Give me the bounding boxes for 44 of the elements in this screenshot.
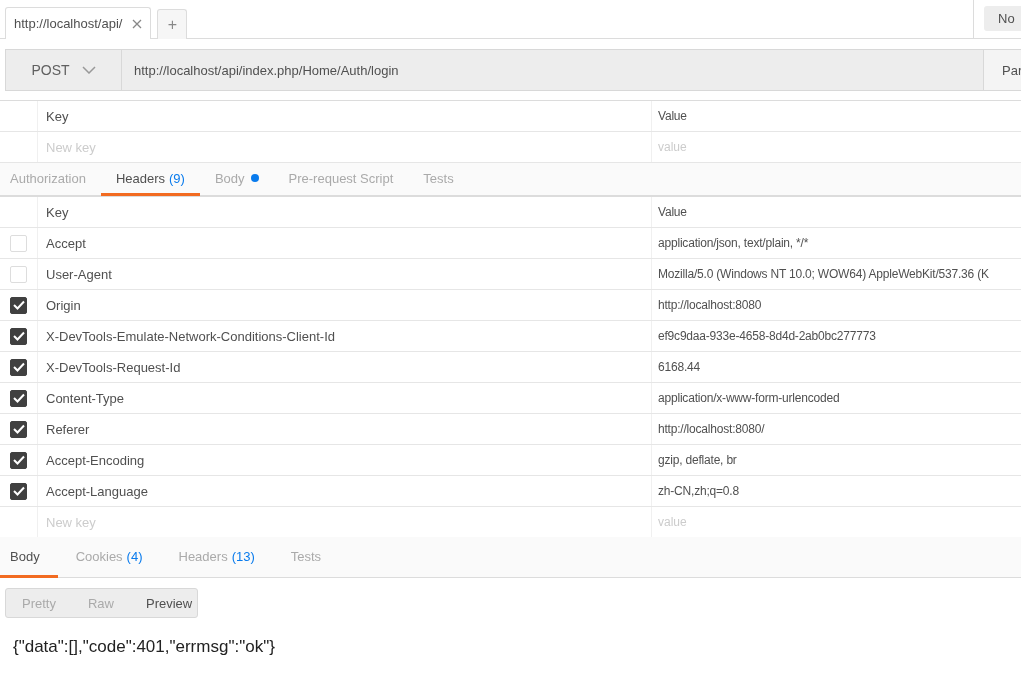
header-value: http://localhost:8080: [658, 298, 762, 312]
header-value: application/x-www-form-urlencoded: [658, 391, 840, 405]
request-tab[interactable]: http://localhost/api/: [5, 7, 152, 39]
checkbox[interactable]: [10, 482, 27, 500]
checkbox[interactable]: [10, 296, 27, 314]
checkbox[interactable]: [10, 451, 27, 469]
section-tab[interactable]: Pre-request Script: [273, 163, 409, 196]
section-tab[interactable]: Body: [199, 163, 274, 196]
header-key: Origin: [46, 297, 81, 313]
section-tab[interactable]: Authorization: [0, 163, 101, 196]
header-key: Referer: [46, 421, 90, 437]
checkbox[interactable]: [10, 358, 27, 376]
header-value: 6168.44: [658, 360, 700, 374]
header-value: application/json, text/plain, */*: [658, 236, 809, 250]
column-header: Key: [38, 101, 652, 131]
header-value: http://localhost:8080/: [658, 422, 765, 436]
section-tab[interactable]: Tests: [408, 163, 469, 196]
header-value: zh-CN,zh;q=0.8: [658, 484, 739, 498]
checkbox[interactable]: [10, 389, 27, 407]
view-mode-button[interactable]: Preview: [130, 589, 209, 617]
response-tab[interactable]: Tests: [272, 537, 340, 578]
checkbox[interactable]: [10, 327, 27, 345]
header-key: X-DevTools-Emulate-Network-Conditions-Client-Id: [46, 328, 335, 344]
response-body: {"data":[],"code":401,"errmsg":"ok"}: [13, 637, 275, 656]
response-tab[interactable]: Cookies (4): [57, 537, 161, 578]
header-value: ef9c9daa-933e-4658-8d4d-2ab0bc277773: [658, 329, 876, 343]
header-key: Content-Type: [46, 390, 125, 406]
new-tab-button[interactable]: +: [157, 9, 188, 39]
header-value: gzip, deflate, br: [658, 453, 737, 467]
header-key: Accept-Encoding: [46, 452, 145, 468]
response-tab[interactable]: Body: [0, 537, 58, 578]
close-icon[interactable]: [132, 18, 143, 29]
column-header: Key: [38, 197, 652, 227]
response-tab[interactable]: Headers (13): [160, 537, 273, 578]
section-tab[interactable]: Headers (9): [100, 163, 200, 196]
checkbox[interactable]: [10, 420, 27, 438]
environment-dropdown[interactable]: No: [984, 6, 1021, 31]
header-value: Mozilla/5.0 (Windows NT 10.0; WOW64) AppleWebKit/537.36 (K: [658, 267, 989, 281]
header-key: Accept: [46, 235, 86, 251]
header-key: X-DevTools-Request-Id: [46, 359, 181, 375]
header-key: Accept-Language: [46, 483, 148, 499]
column-header: Value: [657, 204, 688, 221]
column-header: Value: [657, 108, 688, 125]
header-key: User-Agent: [46, 266, 112, 282]
